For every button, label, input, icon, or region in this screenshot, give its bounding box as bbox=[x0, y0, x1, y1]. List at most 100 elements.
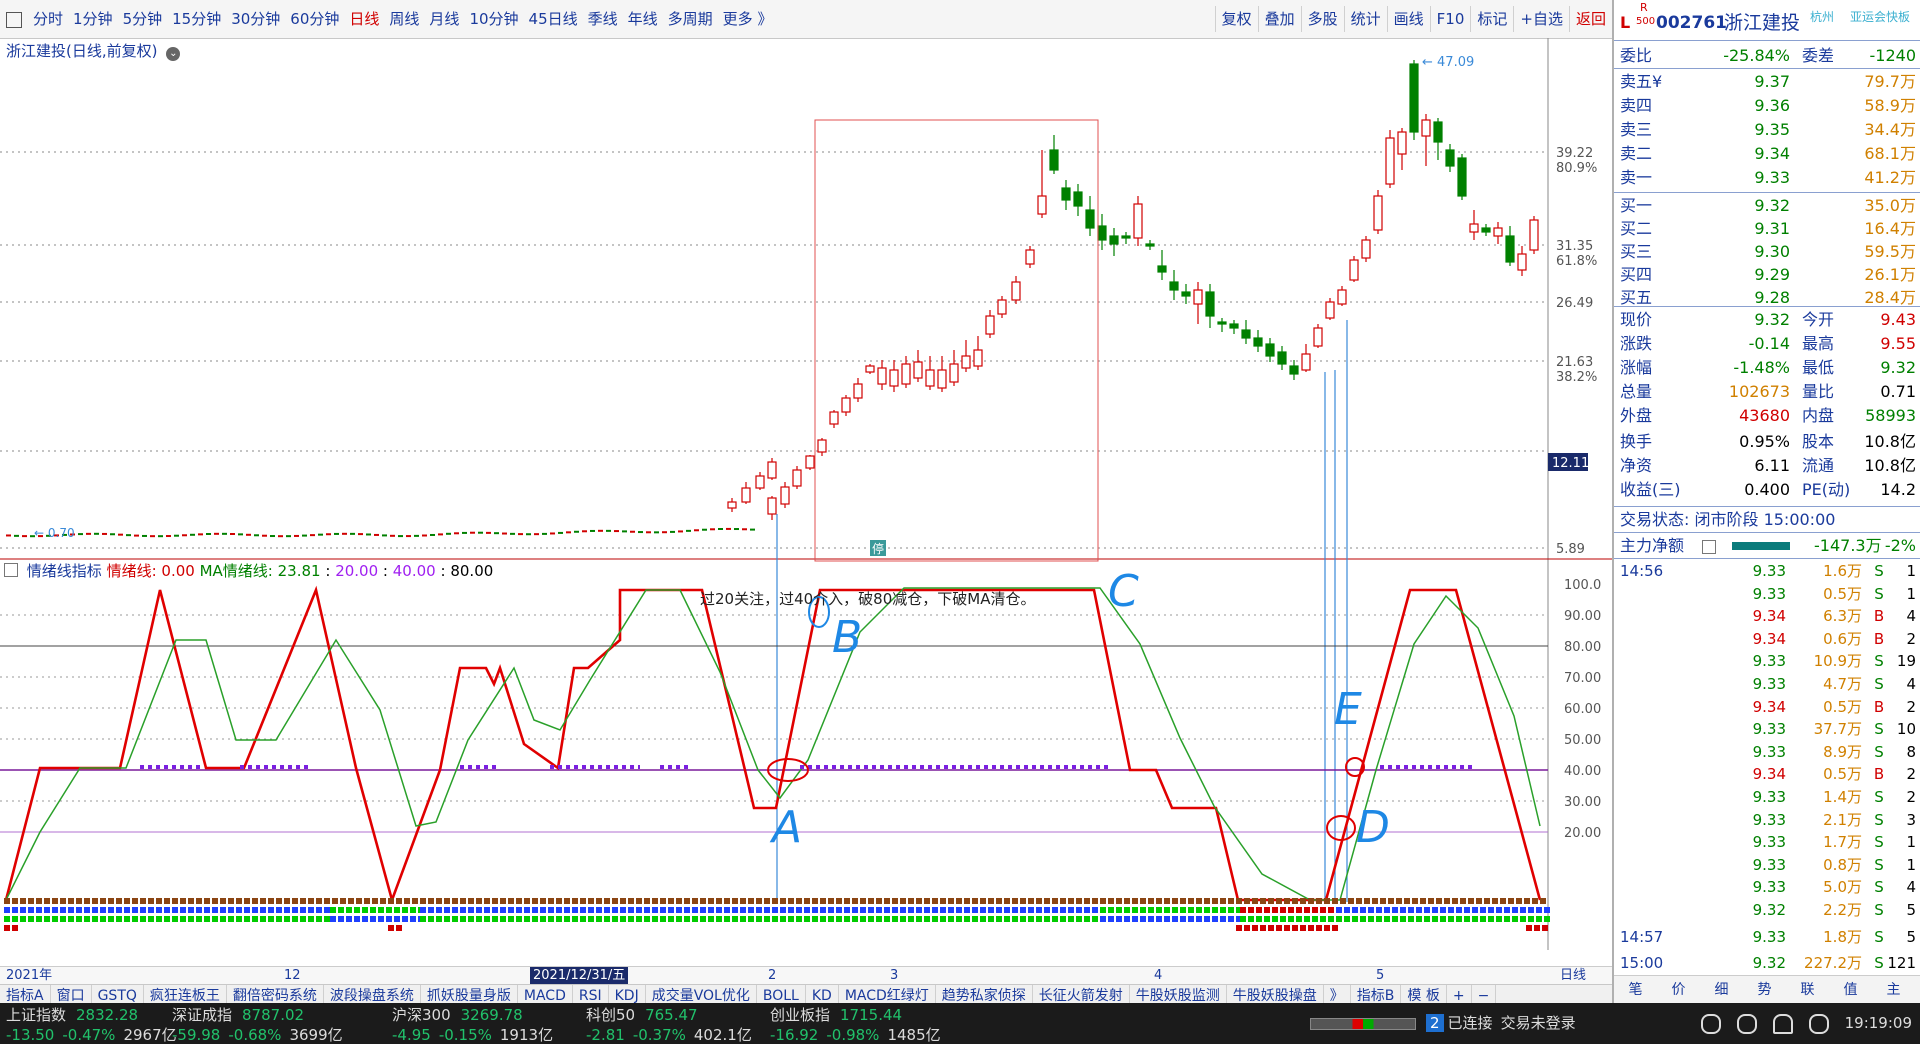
period-9[interactable]: 10分钟 bbox=[464, 0, 523, 38]
message-icon[interactable] bbox=[1736, 1013, 1757, 1034]
candle-body bbox=[727, 501, 737, 509]
stat-row-0: 现价 9.32 今开 9.43 bbox=[1614, 308, 1920, 332]
toolbar-btn-6[interactable]: 标记 bbox=[1470, 6, 1513, 32]
tick-row: 9.33 1.4万 S 2 bbox=[1614, 786, 1920, 809]
index-change: -16.92 bbox=[770, 1026, 819, 1044]
buy-level-2[interactable]: 买二 9.31 16.4万 bbox=[1614, 217, 1920, 241]
quote-tab-3[interactable]: 势 bbox=[1743, 976, 1786, 1004]
phone-icon[interactable] bbox=[1700, 1013, 1721, 1034]
buy-level-4[interactable]: 买四 9.29 26.1万 bbox=[1614, 263, 1920, 287]
index-pct: -0.47% bbox=[62, 1026, 116, 1044]
toolbar-btn-5[interactable]: F10 bbox=[1429, 6, 1471, 32]
period-11[interactable]: 季线 bbox=[583, 0, 623, 38]
indicator-tick: 40.00 bbox=[1564, 764, 1601, 779]
stat-label-2: 最低 bbox=[1802, 358, 1835, 377]
list-icon[interactable] bbox=[1808, 1013, 1829, 1034]
stat-value-2: 10.8亿 bbox=[1864, 432, 1916, 451]
period-6[interactable]: 日线 bbox=[344, 0, 384, 38]
period-5[interactable]: 60分钟 bbox=[285, 0, 344, 38]
stat-label-2: 最高 bbox=[1802, 334, 1835, 353]
indicator-l80: 80.00 bbox=[450, 562, 494, 580]
index-change: -2.81 bbox=[586, 1026, 625, 1044]
candle-body bbox=[1349, 259, 1359, 281]
period-1[interactable]: 1分钟 bbox=[68, 0, 118, 38]
stat-value: 9.32 bbox=[1754, 310, 1790, 329]
period-14[interactable]: 更多 》 bbox=[718, 0, 778, 38]
tick-price: 9.33 bbox=[1752, 742, 1786, 761]
quote-tab-0[interactable]: 笔 bbox=[1614, 976, 1657, 1004]
period-4[interactable]: 30分钟 bbox=[226, 0, 285, 38]
indicator-line2: MA情绪线: 23.81 bbox=[199, 562, 321, 580]
period-8[interactable]: 月线 bbox=[424, 0, 464, 38]
trade-login-status[interactable]: 交易未登录 bbox=[1501, 1014, 1576, 1032]
sell-level-4[interactable]: 卖四 9.36 58.9万 bbox=[1614, 94, 1920, 118]
candle-body bbox=[1301, 353, 1311, 371]
tick-row: 14:57 9.33 1.8万 S 5 bbox=[1614, 926, 1920, 949]
connection-status: 已连接 bbox=[1447, 1014, 1493, 1032]
sell-level-1[interactable]: 卖一 9.33 41.2万 bbox=[1614, 166, 1920, 190]
tick-price: 9.33 bbox=[1752, 878, 1786, 897]
stat-label-2: 今开 bbox=[1802, 310, 1835, 329]
candle-body bbox=[877, 367, 887, 385]
quote-tab-1[interactable]: 价 bbox=[1657, 976, 1700, 1004]
toolbar-btn-4[interactable]: 画线 bbox=[1386, 6, 1430, 32]
period-12[interactable]: 年线 bbox=[623, 0, 663, 38]
period-13[interactable]: 多周期 bbox=[663, 0, 718, 38]
sell-price: 9.35 bbox=[1754, 120, 1790, 139]
tick-volume: 0.6万 bbox=[1823, 629, 1862, 648]
date-label-0: 2021年 bbox=[6, 968, 53, 983]
tick-volume: 4.7万 bbox=[1823, 675, 1862, 693]
tick-side: S bbox=[1874, 855, 1884, 874]
toolbar-btn-7[interactable]: +自选 bbox=[1513, 6, 1569, 32]
toolbar-btn-3[interactable]: 统计 bbox=[1343, 6, 1387, 32]
toolbar-btn-1[interactable]: 叠加 bbox=[1257, 6, 1301, 32]
main-flow-bar bbox=[1732, 542, 1790, 550]
quote-tab-4[interactable]: 联 bbox=[1786, 976, 1829, 1004]
tick-count: 121 bbox=[1887, 954, 1916, 973]
candle-body bbox=[1445, 149, 1455, 167]
candle-body bbox=[1505, 235, 1515, 263]
tick-price: 9.33 bbox=[1752, 584, 1786, 603]
quote-tab-2[interactable]: 细 bbox=[1700, 976, 1743, 1004]
buy-label: 买三 bbox=[1620, 242, 1653, 261]
candle-body bbox=[1265, 343, 1275, 357]
date-label-4: 3 bbox=[890, 968, 899, 983]
window-menu-icon[interactable] bbox=[6, 12, 22, 28]
candle-body bbox=[925, 369, 935, 387]
buy-level-1[interactable]: 买一 9.32 35.0万 bbox=[1614, 194, 1920, 218]
buy-level-3[interactable]: 买三 9.30 59.5万 bbox=[1614, 240, 1920, 264]
quote-tab-5[interactable]: 值 bbox=[1829, 976, 1872, 1004]
candle-body bbox=[997, 299, 1007, 315]
kline-chart[interactable]: ← 47.09 ← 0.70 停 A B C D E 39.2280.9% 31.3561.8… bbox=[0, 38, 1612, 950]
stat-row-1: 涨跌 -0.14 最高 9.55 bbox=[1614, 332, 1920, 356]
sell-price: 9.33 bbox=[1754, 168, 1790, 187]
toolbar-btn-2[interactable]: 多股 bbox=[1300, 6, 1344, 32]
toolbar-btn-0[interactable]: 复权 bbox=[1214, 6, 1258, 32]
tick-volume: 0.5万 bbox=[1823, 584, 1862, 603]
period-0[interactable]: 分时 bbox=[28, 0, 68, 38]
tick-price: 9.33 bbox=[1752, 855, 1786, 874]
stat-value: -0.14 bbox=[1748, 334, 1790, 353]
period-3[interactable]: 15分钟 bbox=[167, 0, 226, 38]
candle-body bbox=[1193, 289, 1203, 305]
bell-icon[interactable] bbox=[1772, 1013, 1793, 1034]
index-amount: 1485亿 bbox=[887, 1026, 941, 1044]
sell-price: 9.36 bbox=[1754, 96, 1790, 115]
candle-body bbox=[1011, 281, 1021, 301]
period-7[interactable]: 周线 bbox=[384, 0, 424, 38]
tick-volume: 227.2万 bbox=[1804, 954, 1862, 973]
candle-body bbox=[1337, 289, 1347, 305]
period-2[interactable]: 5分钟 bbox=[118, 0, 168, 38]
sell-level-5[interactable]: 卖五¥ 9.37 79.7万 bbox=[1614, 70, 1920, 94]
sell-level-3[interactable]: 卖三 9.35 34.4万 bbox=[1614, 118, 1920, 142]
quote-tab-6[interactable]: 主 bbox=[1872, 976, 1915, 1004]
candle-body bbox=[1517, 253, 1527, 271]
index-pct: -0.68% bbox=[228, 1026, 282, 1044]
toolbar-btn-8[interactable]: 返回 bbox=[1568, 6, 1612, 32]
sell-level-2[interactable]: 卖二 9.34 68.1万 bbox=[1614, 142, 1920, 166]
chart-overlays: ← 47.09 ← 0.70 停 bbox=[34, 55, 1474, 902]
tick-count: 4 bbox=[1906, 607, 1916, 626]
indicator-options-icon[interactable] bbox=[4, 563, 18, 577]
period-10[interactable]: 45日线 bbox=[524, 0, 583, 38]
stat-value-2: 14.2 bbox=[1880, 480, 1916, 499]
